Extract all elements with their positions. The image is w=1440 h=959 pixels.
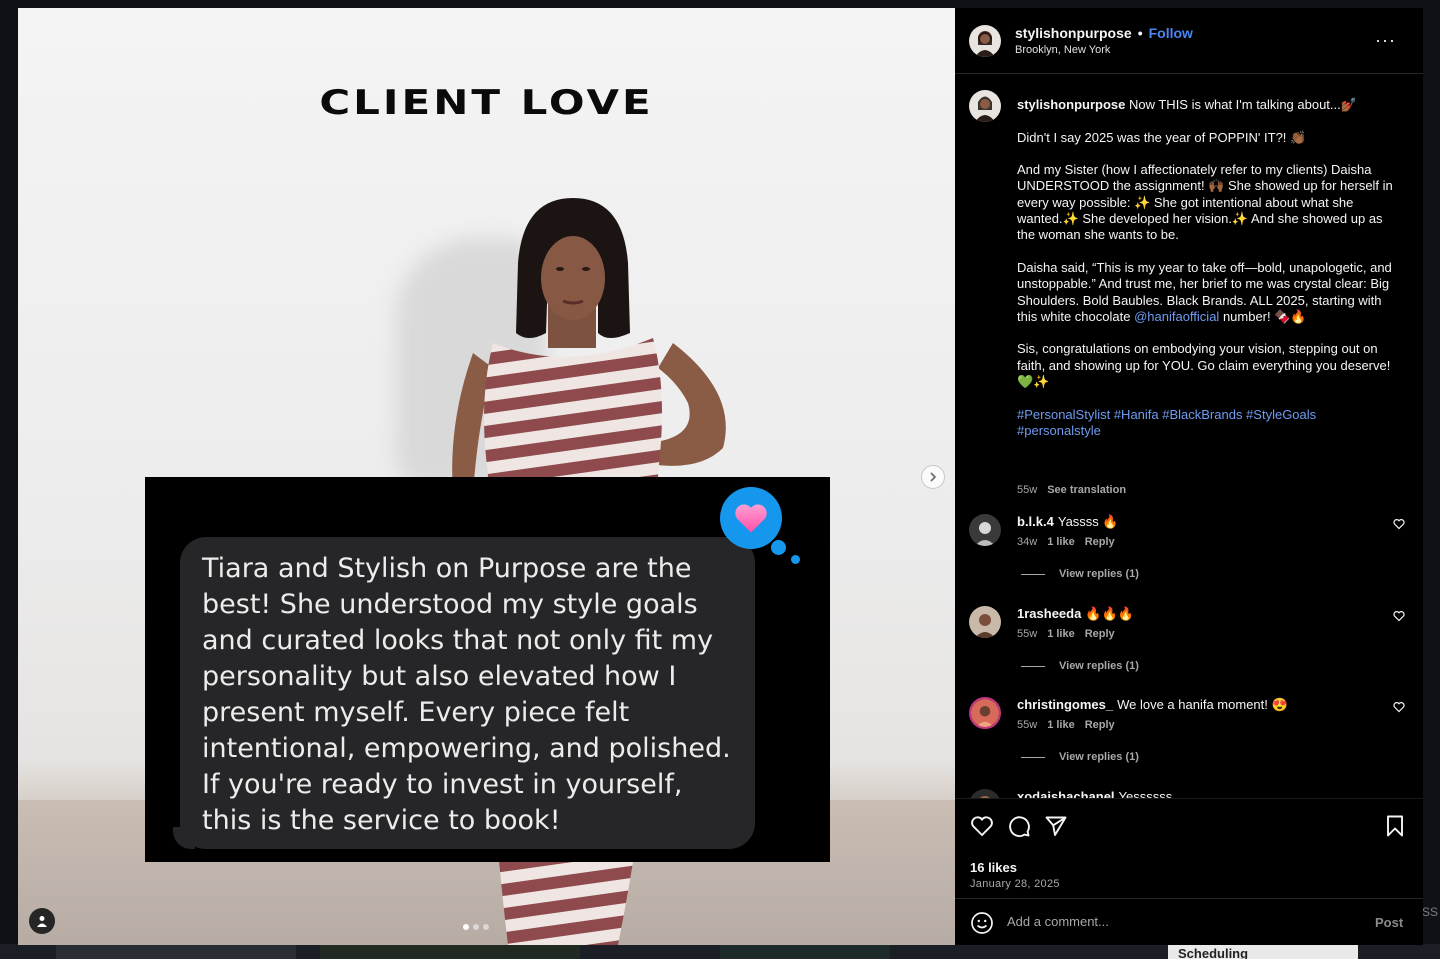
- commenter-username[interactable]: christingomes_: [1017, 697, 1113, 712]
- next-image-button[interactable]: [921, 465, 945, 489]
- carousel-indicator: [463, 924, 489, 930]
- view-replies-button[interactable]: View replies (1): [1017, 660, 1139, 672]
- caption-text: stylishonpurpose Now THIS is what I'm ta…: [1017, 97, 1397, 456]
- caption-p3: And my Sister (how I affectionately refe…: [1017, 162, 1393, 243]
- testimonial-card: Tiara and Stylish on Purpose are the bes…: [145, 477, 830, 862]
- likes-count[interactable]: 16 likes: [970, 860, 1017, 875]
- mention-link[interactable]: @hanifaofficial: [1134, 309, 1219, 324]
- comment-item: christingomes_ We love a hanifa moment! 😍…: [969, 697, 1409, 767]
- comment-text: Yassss 🔥: [1057, 514, 1119, 529]
- like-heart-icon[interactable]: [970, 814, 994, 838]
- commenter-username[interactable]: xodaishachanel: [1017, 789, 1115, 798]
- commenter-username[interactable]: 1rasheeda: [1017, 606, 1081, 621]
- post-comment-button[interactable]: Post: [1375, 915, 1403, 930]
- comment-likes[interactable]: 1 like: [1047, 536, 1075, 548]
- image-title: CLIENT LOVE: [319, 82, 654, 123]
- comment-like-heart-icon[interactable]: [1393, 610, 1405, 622]
- caption-age: 55w: [1017, 484, 1038, 496]
- comment-like-heart-icon[interactable]: [1393, 701, 1405, 713]
- add-comment-input[interactable]: [1007, 914, 1347, 929]
- post-image: CLIENT LOVE Tiara and Stylish on Purpose…: [18, 8, 955, 945]
- caption-p2: Didn't I say 2025 was the year of POPPIN…: [1017, 129, 1307, 145]
- see-translation-link[interactable]: See translation: [1047, 484, 1126, 496]
- message-bubble: Tiara and Stylish on Purpose are the bes…: [180, 537, 755, 849]
- commenter-username[interactable]: b.l.k.4: [1017, 514, 1054, 529]
- comment-age: 34w: [1017, 536, 1038, 548]
- heart-reaction-badge: [720, 487, 800, 564]
- testimonial-text: Tiara and Stylish on Purpose are the bes…: [202, 553, 731, 836]
- comment-item: xodaishachanel Yessssss: [969, 789, 1409, 798]
- caption-p5: Sis, congratulations on embodying your v…: [1017, 341, 1391, 390]
- commenter-avatar[interactable]: [969, 789, 1001, 798]
- author-avatar[interactable]: [969, 25, 1001, 57]
- view-replies-button[interactable]: View replies (1): [1017, 751, 1139, 763]
- add-comment-bar: Post: [955, 898, 1423, 945]
- caption-p4-b: number! 🍫🔥: [1222, 308, 1307, 324]
- bubble-tail: [173, 827, 195, 849]
- tagged-users-button[interactable]: [29, 908, 55, 934]
- save-bookmark-icon[interactable]: [1383, 814, 1407, 838]
- commenter-avatar[interactable]: [969, 697, 1001, 729]
- more-options-button[interactable]: ···: [1375, 30, 1396, 51]
- comment-like-heart-icon[interactable]: [1393, 518, 1405, 530]
- hashtags[interactable]: #PersonalStylist #Hanifa #BlackBrands #S…: [1017, 407, 1397, 440]
- commenter-avatar[interactable]: [969, 514, 1001, 546]
- author-line: stylishonpurpose • Follow: [1015, 25, 1193, 41]
- author-username[interactable]: stylishonpurpose: [1015, 25, 1132, 41]
- emoji-icon[interactable]: [970, 911, 994, 935]
- post-header: stylishonpurpose • Follow Brooklyn, New Yo…: [955, 8, 1423, 74]
- caption-username[interactable]: stylishonpurpose: [1017, 97, 1125, 112]
- caption-p1: Now THIS is what I'm talking about...💅🏾: [1128, 97, 1357, 112]
- caption-avatar[interactable]: [969, 90, 1001, 122]
- comment-likes[interactable]: 1 like: [1047, 628, 1075, 640]
- separator-dot: •: [1137, 25, 1143, 41]
- reply-button[interactable]: Reply: [1085, 536, 1115, 548]
- background-scheduling-tab: Scheduling: [1168, 944, 1358, 959]
- caption-meta: 55w See translation: [1017, 484, 1126, 496]
- comment-age: 55w: [1017, 628, 1038, 640]
- comment-text: We love a hanifa moment! 😍: [1117, 697, 1288, 712]
- comment-bubble-icon[interactable]: [1007, 814, 1031, 838]
- share-paper-plane-icon[interactable]: [1044, 814, 1068, 838]
- post-side-panel: stylishonpurpose • Follow Brooklyn, New Yo…: [955, 8, 1423, 945]
- reply-button[interactable]: Reply: [1085, 628, 1115, 640]
- background-edge-text: SS: [1422, 905, 1439, 919]
- comment-text: 🔥🔥🔥: [1085, 606, 1134, 621]
- location-link[interactable]: Brooklyn, New York: [1015, 44, 1110, 56]
- person-icon: [37, 916, 47, 927]
- comment-likes[interactable]: 1 like: [1047, 719, 1075, 731]
- comments-scroll-area[interactable]: stylishonpurpose Now THIS is what I'm ta…: [955, 75, 1423, 798]
- comment-item: b.l.k.4 Yassss 🔥 34w 1 like Reply View repl…: [969, 514, 1409, 584]
- follow-button[interactable]: Follow: [1149, 25, 1193, 41]
- heart-icon: [735, 504, 767, 533]
- comment-text: Yessssss: [1118, 789, 1173, 798]
- commenter-avatar[interactable]: [969, 606, 1001, 638]
- post-date[interactable]: January 28, 2025: [970, 878, 1060, 890]
- reply-button[interactable]: Reply: [1085, 719, 1115, 731]
- chevron-right-icon: [930, 472, 937, 482]
- view-replies-button[interactable]: View replies (1): [1017, 568, 1139, 580]
- comment-item: 1rasheeda 🔥🔥🔥 55w 1 like Reply View replies…: [969, 606, 1409, 676]
- comment-age: 55w: [1017, 719, 1038, 731]
- post-modal: CLIENT LOVE Tiara and Stylish on Purpose…: [18, 8, 1423, 945]
- post-actions-bar: 16 likes January 28, 2025: [955, 798, 1423, 898]
